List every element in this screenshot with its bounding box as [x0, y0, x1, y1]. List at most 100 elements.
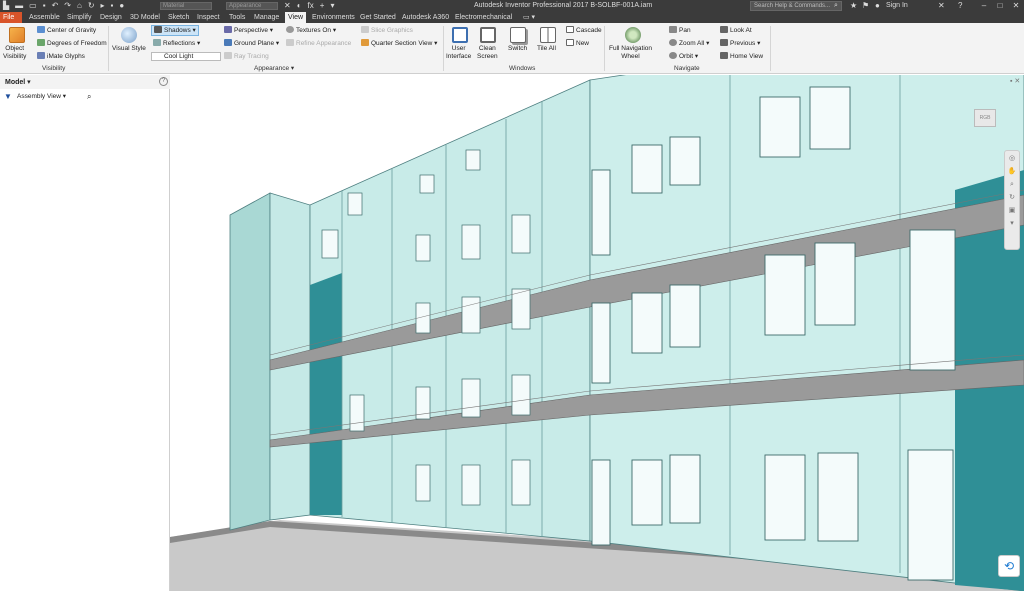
search-input[interactable]: Search Help & Commands... [750, 1, 842, 11]
pan-button[interactable]: Pan [669, 26, 691, 35]
center-of-gravity-button[interactable]: Center of Gravity [37, 26, 96, 35]
material-combo[interactable]: Material [160, 2, 212, 10]
shadows-button[interactable]: Shadows ▾ [151, 25, 199, 36]
look-at-label: Look At [730, 27, 752, 34]
redo-icon[interactable]: ↷ [64, 1, 71, 11]
app-menu-icon[interactable]: ▙ [3, 1, 9, 11]
tile-all-button[interactable]: Tile All [537, 45, 556, 53]
switch-button[interactable]: Switch [508, 45, 527, 53]
tab-design[interactable]: Design [97, 12, 125, 23]
tab-manage[interactable]: Manage [251, 12, 282, 23]
ray-tracing-button[interactable]: Ray Tracing [224, 52, 269, 61]
cascade-label: Cascade [576, 27, 602, 34]
cascade-button[interactable]: Cascade [566, 26, 602, 35]
exchange-icon[interactable]: ✕ [938, 1, 945, 11]
tab-tools[interactable]: Tools [226, 12, 248, 23]
share-view-button[interactable]: ⟲ [998, 555, 1020, 577]
search-icon[interactable]: ⌕ [834, 1, 838, 11]
sign-in-link[interactable]: Sign In [886, 1, 908, 11]
new-window-button[interactable]: New [566, 39, 589, 48]
tab-3d-model[interactable]: 3D Model [127, 12, 163, 23]
color-icon[interactable]: ● [119, 1, 124, 11]
tab-environments[interactable]: Environments [309, 12, 358, 23]
customize-icon[interactable]: ▾ [330, 1, 334, 11]
imate-glyphs-label: iMate Glyphs [47, 53, 85, 60]
refine-appearance-button[interactable]: Refine Appearance [286, 39, 351, 48]
orbit-tool-icon[interactable]: ↻ [1006, 193, 1018, 203]
tab-view[interactable]: View [285, 12, 307, 23]
ground-plane-button[interactable]: Ground Plane ▾ [224, 39, 279, 48]
zoom-tool-icon[interactable]: ⌕ [1006, 180, 1018, 190]
navbar-options-icon[interactable]: ▾ [1006, 219, 1018, 229]
tab-electromechanical[interactable]: Electromechanical [452, 12, 515, 23]
plus-icon[interactable]: + [320, 1, 325, 11]
quarter-section-view-button[interactable]: Quarter Section View ▾ [361, 39, 437, 48]
user-icon[interactable]: ● [875, 1, 880, 11]
browser-title-dropdown[interactable]: Model ▾ [5, 78, 31, 87]
measure-icon[interactable]: ▪ [111, 1, 114, 11]
fx-icon[interactable]: fx [308, 1, 314, 11]
home-view-button[interactable]: Home View [720, 52, 763, 61]
adjust-icon[interactable]: ◐ [297, 1, 302, 11]
reflections-button[interactable]: Reflections ▾ [153, 39, 200, 48]
find-icon[interactable]: ⌕ [87, 92, 91, 102]
look-at-tool-icon[interactable]: ▣ [1006, 206, 1018, 216]
help-icon[interactable]: ? [958, 1, 962, 11]
imate-glyphs-button[interactable]: iMate Glyphs [37, 52, 85, 61]
browser-help-icon[interactable]: ? [159, 77, 168, 86]
close-button[interactable]: ✕ [1008, 0, 1024, 12]
open-icon[interactable]: ▭ [29, 1, 37, 11]
imate-glyphs-icon [37, 52, 45, 59]
undo-icon[interactable]: ↶ [52, 1, 59, 11]
new-icon[interactable]: ▬ [15, 1, 23, 11]
visual-style-button[interactable]: Visual Style [112, 45, 146, 53]
tab-autodesk-a360[interactable]: Autodesk A360 [399, 12, 452, 23]
tab-overflow-icon[interactable]: ▭ ▾ [520, 12, 538, 23]
maximize-button[interactable]: □ [992, 0, 1008, 12]
clear-appearance-icon[interactable]: ✕ [284, 1, 291, 11]
appearance-combo[interactable]: Appearance [226, 2, 278, 10]
perspective-icon [224, 26, 232, 33]
steering-wheel-icon[interactable]: ◎ [1006, 154, 1018, 164]
tab-assemble[interactable]: Assemble [26, 12, 63, 23]
home-icon[interactable]: ⌂ [77, 1, 82, 11]
degrees-of-freedom-button[interactable]: Degrees of Freedom [37, 39, 107, 48]
quarter-section-icon [361, 39, 369, 46]
user-interface-button[interactable]: User Interface [446, 45, 471, 61]
previous-view-button[interactable]: Previous ▾ [720, 39, 760, 48]
clean-screen-button[interactable]: Clean Screen [477, 45, 498, 61]
pan-tool-icon[interactable]: ✋ [1006, 167, 1018, 177]
filter-icon[interactable]: ▼ [4, 92, 12, 101]
look-at-button[interactable]: Look At [720, 26, 752, 35]
tab-get-started[interactable]: Get Started [357, 12, 399, 23]
tab-file[interactable]: File [0, 12, 22, 23]
flag-icon[interactable]: ⚑ [862, 1, 869, 11]
favorites-icon[interactable]: ★ [850, 1, 857, 11]
quarter-section-view-label: Quarter Section View [371, 40, 433, 47]
building-model [170, 75, 1024, 591]
previous-view-icon [720, 39, 728, 46]
new-window-icon [566, 39, 574, 46]
ribbon: Object Visibility Center of Gravity Degr… [0, 23, 1024, 74]
orbit-button[interactable]: Orbit ▾ [669, 52, 698, 61]
tab-simplify[interactable]: Simplify [64, 12, 95, 23]
lighting-style-select[interactable]: Cool Light [151, 52, 221, 61]
full-navigation-wheel-button[interactable]: Full Navigation Wheel [609, 45, 652, 61]
update-icon[interactable]: ↻ [88, 1, 95, 11]
select-icon[interactable]: ▸ [101, 1, 105, 11]
minimize-button[interactable]: – [976, 0, 992, 12]
object-visibility-button[interactable]: Object Visibility [3, 45, 26, 61]
slice-graphics-button[interactable]: Slice Graphics [361, 26, 413, 35]
graphics-viewport[interactable]: ▪ ✕ RGB ◎ ✋ ⌕ ↻ ▣ ▾ ⟲ [170, 75, 1024, 591]
viewcube-face[interactable]: RGB [974, 109, 996, 127]
tab-sketch[interactable]: Sketch [165, 12, 192, 23]
appearance-panel-label[interactable]: Appearance ▾ [254, 64, 294, 73]
viewport-close-icon[interactable]: ▪ ✕ [1010, 77, 1020, 85]
zoom-all-button[interactable]: Zoom All ▾ [669, 39, 709, 48]
textures-on-button[interactable]: Textures On ▾ [286, 26, 336, 35]
save-icon[interactable]: ▪ [43, 1, 46, 11]
perspective-button[interactable]: Perspective ▾ [224, 26, 273, 35]
tab-inspect[interactable]: Inspect [194, 12, 223, 23]
assembly-view-dropdown[interactable]: Assembly View ▾ [17, 93, 66, 101]
viewcube[interactable]: RGB [970, 103, 1000, 133]
